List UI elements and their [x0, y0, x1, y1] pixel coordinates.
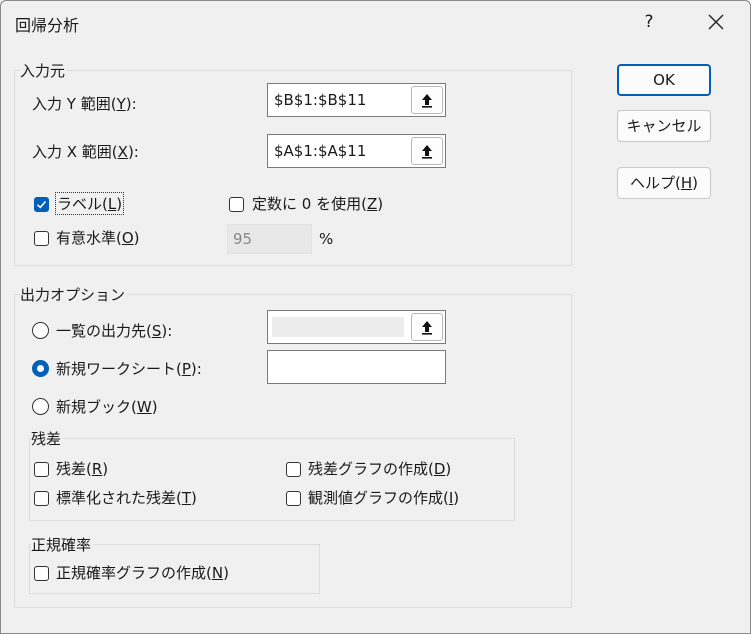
new-worksheet-radio[interactable] [32, 360, 49, 377]
confidence-level-input[interactable]: 95 [227, 224, 312, 254]
residuals-label[interactable]: 残差(R) [56, 458, 108, 479]
standardized-residuals-label[interactable]: 標準化された残差(T) [56, 487, 197, 508]
new-worksheet-label[interactable]: 新規ワークシート(P): [56, 358, 202, 379]
residuals-checkbox[interactable] [34, 462, 49, 477]
collapse-arrow-icon[interactable] [411, 137, 443, 165]
y-range-label: 入力 Y 範囲(Y): [32, 95, 137, 113]
title-bar: 回帰分析 ? [1, 1, 750, 45]
standardized-residuals-checkbox[interactable] [34, 491, 49, 506]
close-icon[interactable] [701, 7, 731, 37]
input-group-label: 入力元 [20, 60, 68, 81]
y-range-value: $B$1:$B$11 [274, 91, 367, 109]
x-range-label: 入力 X 範囲(X): [32, 143, 139, 161]
output-range-radio[interactable] [32, 322, 49, 339]
residual-plots-label[interactable]: 残差グラフの作成(D) [308, 458, 451, 479]
regression-dialog: 回帰分析 ? 入力元 入力 Y 範囲(Y): $B$1:$B$11 入力 X 範… [0, 0, 751, 634]
output-group-label: 出力オプション [20, 284, 128, 305]
labels-checkbox[interactable] [34, 197, 49, 212]
new-worksheet-name-input[interactable] [267, 350, 446, 384]
collapse-arrow-icon[interactable] [411, 86, 443, 114]
constant-zero-label[interactable]: 定数に 0 を使用(Z) [252, 193, 383, 214]
line-fit-plots-label[interactable]: 観測値グラフの作成(I) [308, 487, 459, 508]
confidence-level-value: 95 [233, 230, 253, 248]
cancel-button[interactable]: キャンセル [617, 110, 711, 142]
dialog-title: 回帰分析 [15, 16, 80, 35]
new-workbook-radio[interactable] [32, 398, 49, 415]
residuals-group-label: 残差 [31, 428, 64, 449]
collapse-arrow-icon[interactable] [411, 313, 443, 341]
confidence-level-checkbox[interactable] [34, 231, 49, 246]
residual-plots-checkbox[interactable] [286, 462, 301, 477]
help-button[interactable]: ヘルプ(H) [617, 167, 711, 199]
help-question-button[interactable]: ? [637, 9, 661, 35]
normal-probability-plots-checkbox[interactable] [34, 566, 49, 581]
output-range-input[interactable] [267, 310, 446, 344]
labels-label[interactable]: ラベル(L) [54, 192, 125, 215]
x-range-value: $A$1:$A$11 [274, 142, 367, 160]
output-range-label[interactable]: 一覧の出力先(S): [56, 320, 172, 341]
line-fit-plots-checkbox[interactable] [286, 491, 301, 506]
check-icon [36, 200, 47, 209]
new-workbook-label[interactable]: 新規ブック(W) [56, 396, 158, 417]
output-range-value [272, 317, 404, 337]
ok-button[interactable]: OK [617, 64, 711, 96]
x-range-input[interactable]: $A$1:$A$11 [267, 134, 446, 168]
percent-unit: % [319, 230, 334, 248]
constant-zero-checkbox[interactable] [229, 197, 244, 212]
normal-probability-plots-label[interactable]: 正規確率グラフの作成(N) [56, 562, 229, 583]
residuals-group-box [29, 438, 515, 521]
normal-probability-group-label: 正規確率 [31, 534, 94, 555]
y-range-input[interactable]: $B$1:$B$11 [267, 83, 446, 117]
confidence-level-label[interactable]: 有意水準(O) [56, 227, 140, 248]
